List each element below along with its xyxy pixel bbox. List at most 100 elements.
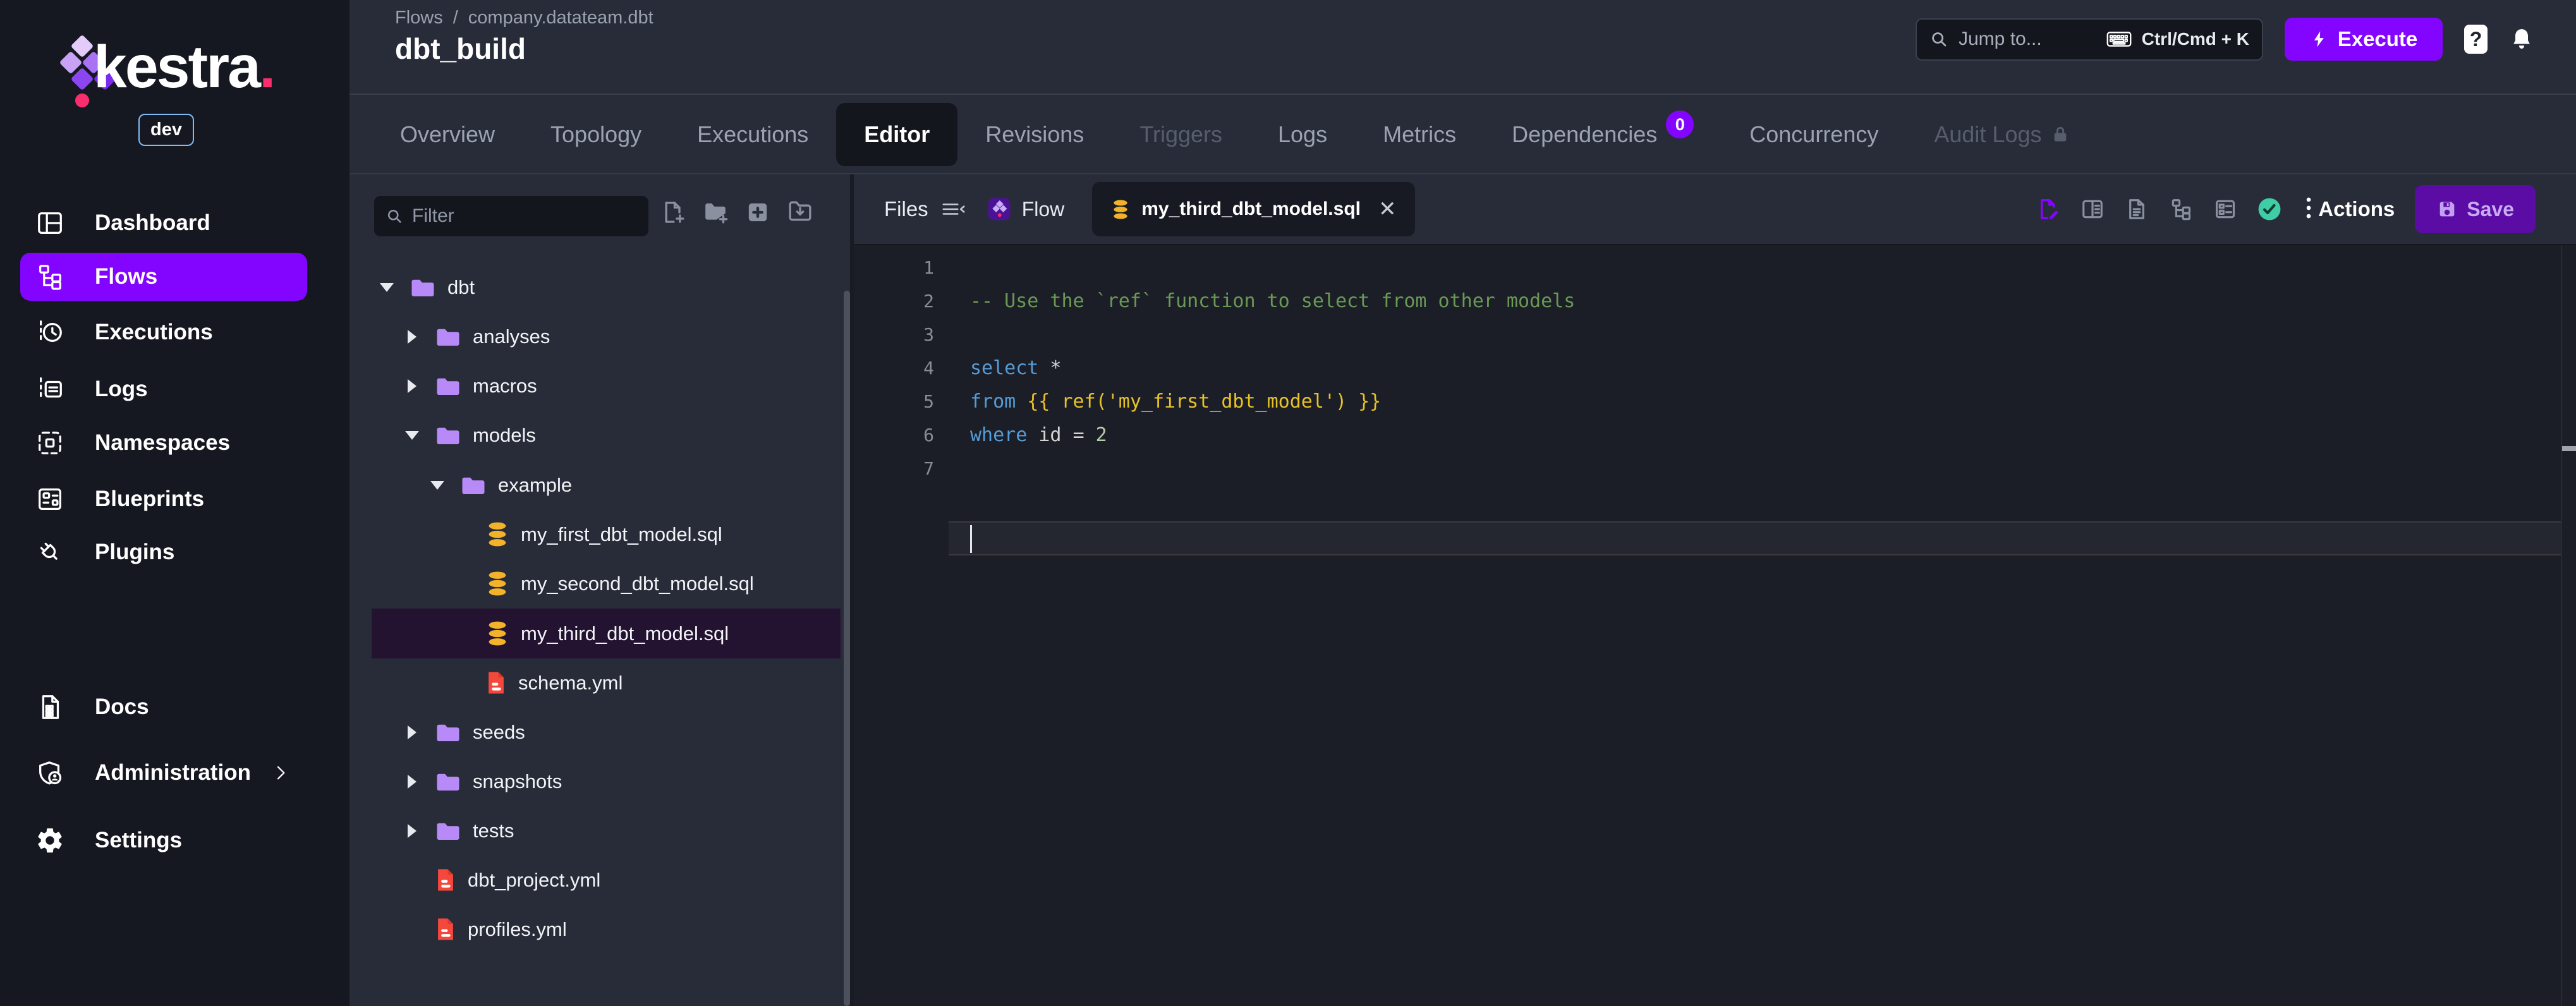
folder-icon xyxy=(435,721,461,744)
docs-icon xyxy=(35,692,65,722)
database-file-icon xyxy=(485,621,509,646)
database-file-icon xyxy=(485,571,509,597)
help-button[interactable]: ? xyxy=(2464,25,2488,54)
tab-dependencies[interactable]: Dependencies 0 xyxy=(1484,103,1722,166)
folder-icon xyxy=(435,424,461,447)
chevron-right-icon[interactable] xyxy=(404,774,420,789)
tab-overview[interactable]: Overview xyxy=(372,103,523,166)
save-button[interactable]: Save xyxy=(2415,185,2536,233)
sidebar-item-logs[interactable]: Logs xyxy=(0,370,349,409)
jump-to-shortcut: Ctrl/Cmd + K xyxy=(2141,29,2249,49)
sidebar-item-blueprints[interactable]: Blueprints xyxy=(0,480,349,519)
folder-icon xyxy=(410,276,436,299)
yaml-file-icon xyxy=(435,916,456,942)
chevron-down-icon[interactable] xyxy=(404,428,420,443)
collapse-sidebar-icon[interactable] xyxy=(941,198,966,220)
page-title: dbt_build xyxy=(395,32,526,65)
sidebar-item-docs[interactable]: Docs xyxy=(0,688,349,727)
chevron-down-icon[interactable] xyxy=(379,280,394,295)
tree-item-dbt[interactable]: dbt xyxy=(372,262,841,312)
jump-to-search[interactable]: Jump to... Ctrl/Cmd + K xyxy=(1916,18,2263,61)
chevron-right-icon[interactable] xyxy=(404,329,420,344)
sidebar-item-settings[interactable]: Settings xyxy=(0,821,349,860)
tree-item-example[interactable]: example xyxy=(372,460,841,510)
tab-audit-logs: Audit Logs xyxy=(1906,103,2098,166)
plugins-icon xyxy=(35,537,65,567)
tree-item-my-second-dbt-model[interactable]: my_second_dbt_model.sql xyxy=(372,559,841,609)
folder-icon xyxy=(460,474,487,497)
chevron-right-icon[interactable] xyxy=(404,379,420,394)
import-folder-icon[interactable] xyxy=(787,200,813,225)
flow-tabs: Overview Topology Executions Editor Revi… xyxy=(349,94,2576,174)
scrollbar-cursor-mark xyxy=(2562,446,2576,451)
new-file-icon[interactable] xyxy=(660,200,686,225)
tab-logs[interactable]: Logs xyxy=(1250,103,1355,166)
sidebar-item-plugins[interactable]: Plugins xyxy=(0,533,349,572)
search-icon xyxy=(387,209,401,223)
close-tab-icon[interactable]: ✕ xyxy=(1378,197,1397,222)
text-cursor xyxy=(970,525,972,553)
sidebar-item-dashboard[interactable]: Dashboard xyxy=(0,203,349,243)
code-line-6: where id = 2 xyxy=(970,424,1107,446)
file-edit-icon[interactable] xyxy=(2036,197,2060,221)
sidebar-item-executions[interactable]: Executions xyxy=(0,313,349,352)
add-square-icon[interactable] xyxy=(745,200,770,225)
sidebar-item-namespaces[interactable]: Namespaces xyxy=(0,423,349,463)
tree-scrollbar[interactable] xyxy=(844,291,850,1006)
logs-icon xyxy=(35,374,65,404)
tree-item-models[interactable]: models xyxy=(372,410,841,460)
filter-input[interactable] xyxy=(412,205,614,227)
executions-icon xyxy=(35,317,65,348)
tab-metrics[interactable]: Metrics xyxy=(1355,103,1484,166)
tab-flow[interactable]: Flow xyxy=(987,197,1064,222)
sidebar-item-administration[interactable]: Administration xyxy=(0,753,349,792)
actions-button[interactable]: Actions xyxy=(2306,196,2395,223)
tree-item-profiles-yml[interactable]: profiles.yml xyxy=(372,904,841,954)
tab-concurrency[interactable]: Concurrency xyxy=(1722,103,1906,166)
tree-item-my-third-dbt-model[interactable]: my_third_dbt_model.sql xyxy=(372,609,841,658)
tree-item-macros[interactable]: macros xyxy=(372,361,841,411)
settings-icon xyxy=(35,825,65,856)
file-tree-panel: dbt analyses macros models example my_fi… xyxy=(349,174,850,1006)
breadcrumb-namespace[interactable]: company.datateam.dbt xyxy=(468,8,653,28)
tab-executions[interactable]: Executions xyxy=(669,103,836,166)
chevron-down-icon[interactable] xyxy=(430,478,445,493)
folder-icon xyxy=(435,325,461,348)
form-view-icon[interactable] xyxy=(2213,197,2237,221)
breadcrumb: Flows / company.datateam.dbt xyxy=(395,8,653,28)
namespaces-icon xyxy=(35,428,65,458)
filter-input-wrap xyxy=(374,196,648,236)
chevron-right-icon[interactable] xyxy=(404,725,420,740)
file-tree-icon[interactable] xyxy=(2169,197,2193,221)
split-view-icon[interactable] xyxy=(2081,197,2105,221)
tree-item-schema-yml[interactable]: schema.yml xyxy=(372,658,841,708)
administration-icon xyxy=(35,758,65,788)
lock-icon xyxy=(2050,124,2070,145)
breadcrumb-separator: / xyxy=(453,8,458,28)
jump-to-placeholder: Jump to... xyxy=(1959,28,2042,49)
sidebar-item-flows[interactable]: Flows xyxy=(0,253,349,301)
tab-editor[interactable]: Editor xyxy=(836,102,958,166)
editor-panel: Files Flow my_third_dbt_model.sql ✕ Acti… xyxy=(854,174,2576,1006)
file-document-icon[interactable] xyxy=(2125,197,2149,221)
tree-item-analyses[interactable]: analyses xyxy=(372,312,841,361)
keyboard-icon xyxy=(2106,32,2132,47)
new-folder-icon[interactable] xyxy=(703,200,728,225)
tree-item-seeds[interactable]: seeds xyxy=(372,707,841,757)
floppy-icon xyxy=(2439,202,2455,217)
tree-item-dbt-project-yml[interactable]: dbt_project.yml xyxy=(372,855,841,905)
tree-item-my-first-dbt-model[interactable]: my_first_dbt_model.sql xyxy=(372,509,841,559)
chevron-right-icon[interactable] xyxy=(404,823,420,839)
tab-revisions[interactable]: Revisions xyxy=(957,103,1112,166)
execute-button[interactable]: Execute xyxy=(2285,18,2443,61)
tree-item-tests[interactable]: tests xyxy=(372,806,841,856)
tab-triggers: Triggers xyxy=(1139,121,1223,147)
notifications-bell-icon[interactable] xyxy=(2509,25,2534,54)
editor-scrollbar[interactable] xyxy=(2561,245,2562,1006)
code-editor[interactable]: 1 2 3 4 5 6 7 -- Use the `ref` function … xyxy=(854,245,2576,1006)
tree-item-snapshots[interactable]: snapshots xyxy=(372,756,841,806)
tab-topology[interactable]: Topology xyxy=(523,103,669,166)
breadcrumb-flows[interactable]: Flows xyxy=(395,8,443,28)
open-file-tab[interactable]: my_third_dbt_model.sql ✕ xyxy=(1092,182,1416,236)
